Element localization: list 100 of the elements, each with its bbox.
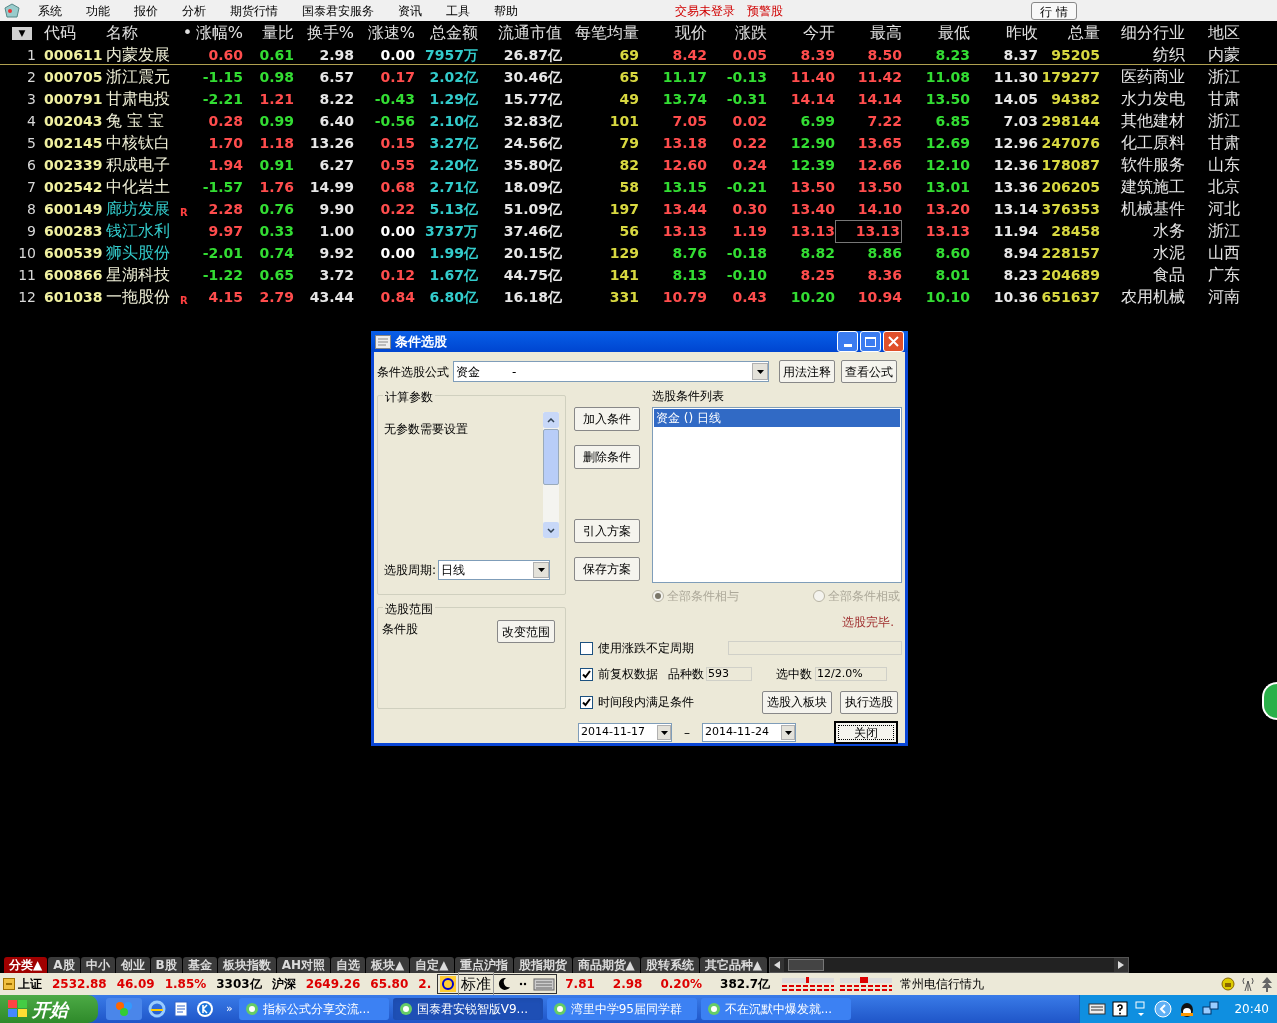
column-header[interactable]: •	[180, 21, 195, 45]
column-header[interactable]: 地区	[1185, 21, 1240, 45]
column-header[interactable]: 今开	[767, 21, 835, 45]
table-row[interactable]: 7 002542 中化岩土 -1.57 1.76 14.99 0.68 2.71亿 18.09亿 58 13.15 -0.21 13.50 13.50 13.01 13.36 206205 建筑施工 北京	[0, 175, 1277, 197]
category-tab[interactable]: 基金	[182, 957, 217, 973]
category-tab[interactable]: 中小	[80, 957, 115, 973]
category-tab[interactable]: 商品期货▲	[572, 957, 640, 973]
maximize-button[interactable]	[860, 331, 881, 352]
checkbox-option[interactable]: 时间段内满足条件	[580, 693, 694, 711]
table-row[interactable]: 12 601038 一拖股份 R 4.15 2.79 43.44 0.84 6.80亿 16.18亿 331 10.79 0.43 10.20 10.94 10.10 10.36 651637 农用机械 河南	[0, 285, 1277, 307]
checkbox[interactable]	[580, 695, 593, 709]
column-header[interactable]: 总金额	[415, 21, 478, 45]
category-tab[interactable]: 板块▲	[366, 957, 410, 973]
menu-item[interactable]: 系统	[26, 0, 74, 22]
alert-link[interactable]: 交易未登录	[675, 1, 735, 20]
category-tab[interactable]: 股指期货	[513, 957, 572, 973]
scroll-thumb[interactable]	[787, 959, 824, 971]
menu-item[interactable]: 报价	[122, 0, 170, 22]
column-header[interactable]: 量比	[243, 21, 294, 45]
column-header[interactable]: 涨速%	[354, 21, 415, 45]
dropdown-button[interactable]	[752, 363, 768, 380]
usage-notes-button[interactable]: 用法注释	[779, 360, 835, 383]
column-header[interactable]: 最高	[835, 21, 902, 45]
column-header[interactable]: 昨收	[970, 21, 1038, 45]
table-row[interactable]: 5 002145 中核钛白 1.70 1.18 13.26 0.15 3.27亿 24.56亿 79 13.18 0.22 12.90 13.65 12.69 12.96 247076 化工原料 甘肃	[0, 131, 1277, 153]
column-header[interactable]: 涨幅%	[195, 21, 243, 45]
taskbar-button[interactable]: 指标公式分享交流...	[238, 998, 389, 1020]
table-row[interactable]: 8 600149 廊坊发展 R 2.28 0.76 9.90 0.22 5.13亿 51.09亿 197 13.44 0.30 13.40 14.10 13.20 13.14 376353 机械基件 河北	[0, 197, 1277, 219]
category-tab[interactable]: AH对照	[276, 957, 331, 973]
close-button[interactable]	[883, 331, 904, 352]
category-tab[interactable]: 自定▲	[410, 957, 454, 973]
category-tab[interactable]: 分类▲	[4, 957, 48, 973]
taskbar-button[interactable]: 国泰君安锐智版V9...	[392, 998, 543, 1020]
category-tab[interactable]: 重点沪指	[454, 957, 513, 973]
column-header[interactable]: 代码	[38, 21, 100, 45]
table-row[interactable]: 9 600283 钱江水利 9.97 0.33 1.00 0.00 3737万 37.46亿 56 13.13 1.19 13.13 13.13 13.13 11.94 28458 水务 浙江	[0, 219, 1277, 241]
alert-link[interactable]: 预警股	[747, 1, 783, 20]
scroll-down-button[interactable]	[543, 522, 559, 538]
vertical-scrollbar[interactable]	[543, 412, 559, 538]
dropdown-button[interactable]	[533, 562, 550, 578]
colorful-app-icon[interactable]	[106, 998, 142, 1020]
condition-listbox[interactable]: 资金 () 日线	[652, 407, 902, 583]
checkbox[interactable]	[580, 641, 593, 655]
column-header[interactable]: 名称	[100, 21, 180, 45]
condition-item[interactable]: 资金 () 日线	[654, 409, 900, 427]
table-row[interactable]: 4 002043 兔 宝 宝 0.28 0.99 6.40 -0.56 2.10亿 32.83亿 101 7.05 0.02 6.99 7.22 6.85 7.03 298144 其他建材 浙江	[0, 109, 1277, 131]
column-header[interactable]: 总量	[1038, 21, 1100, 45]
browser-icon[interactable]	[148, 1000, 166, 1018]
column-header[interactable]: 每笔均量	[562, 21, 639, 45]
scroll-left-button[interactable]	[769, 958, 784, 972]
category-tab[interactable]: 股转系统	[640, 957, 699, 973]
table-row[interactable]: 3 000791 甘肃电投 -2.21 1.21 8.22 -0.43 1.29亿 15.77亿 49 13.74 -0.31 14.14 14.14 13.50 14.05 94382 水力发电 甘肃	[0, 87, 1277, 109]
dropdown-button[interactable]	[657, 725, 671, 740]
category-tab[interactable]: 创业	[115, 957, 150, 973]
quote-button[interactable]: 行 情	[1031, 1, 1077, 20]
menu-item[interactable]: 功能	[74, 0, 122, 22]
change-range-button[interactable]: 改变范围	[497, 620, 555, 643]
menu-item[interactable]: 工具	[434, 0, 482, 22]
help-icon[interactable]	[1112, 1001, 1129, 1017]
scroll-up-button[interactable]	[543, 412, 559, 428]
checkbox-option[interactable]: 使用涨跌不定周期	[580, 639, 694, 657]
category-tab[interactable]: 自选	[331, 957, 366, 973]
action-button[interactable]: 保存方案	[574, 557, 640, 581]
column-header[interactable]: 细分行业	[1100, 21, 1185, 45]
category-tab[interactable]: A股	[48, 957, 80, 973]
table-row[interactable]: 6 002339 积成电子 1.94 0.91 6.27 0.55 2.20亿 35.80亿 82 12.60 0.24 12.39 12.66 12.10 12.36 178087 软件服务 山东	[0, 153, 1277, 175]
add-to-block-button[interactable]: 选股入板块	[762, 690, 832, 714]
expand-tray-icon[interactable]	[1154, 1000, 1173, 1018]
k-circle-icon[interactable]	[196, 1000, 214, 1018]
keyboard-icon[interactable]	[1088, 1002, 1107, 1016]
scroll-right-button[interactable]	[1113, 958, 1128, 972]
table-row[interactable]: 2 000705 浙江震元 -1.15 0.98 6.57 0.17 2.02亿 30.46亿 65 11.17 -0.13 11.40 11.42 11.08 11.30 179277 医药商业 浙江	[0, 65, 1277, 87]
scroll-thumb[interactable]	[543, 429, 559, 485]
column-header[interactable]: 现价	[639, 21, 707, 45]
column-header[interactable]: 涨跌	[707, 21, 767, 45]
dropdown-button[interactable]	[781, 725, 795, 740]
table-row[interactable]: 10 600539 狮头股份 -2.01 0.74 9.92 0.00 1.99亿 20.15亿 129 8.76 -0.18 8.82 8.86 8.60 8.94 228157 水泥 山西	[0, 241, 1277, 263]
date-from-select[interactable]: 2014-11-17	[578, 723, 672, 742]
category-tab[interactable]: 其它品种▲	[699, 957, 767, 973]
minimize-button[interactable]	[837, 331, 858, 352]
action-button[interactable]: 加入条件	[574, 407, 640, 431]
column-header[interactable]: 流通市值	[478, 21, 562, 45]
period-select[interactable]: 日线	[438, 560, 551, 580]
menu-item[interactable]: 国泰君安服务	[290, 0, 386, 22]
table-row[interactable]: 11 600866 星湖科技 -1.22 0.65 3.72 0.12 1.67亿 44.75亿 141 8.13 -0.10 8.25 8.36 8.01 8.23 204689 食品 广东	[0, 263, 1277, 285]
notepad-icon[interactable]	[172, 1000, 190, 1018]
category-tab[interactable]: B股	[150, 957, 182, 973]
column-header[interactable]: 换手%	[294, 21, 354, 45]
start-button[interactable]: 开始	[0, 995, 98, 1023]
network-icon[interactable]	[1202, 1000, 1221, 1018]
ime-logo-icon[interactable]	[439, 975, 458, 993]
run-selection-button[interactable]: 执行选股	[840, 690, 898, 714]
close-dialog-button[interactable]: 关闭	[834, 721, 898, 744]
checkbox[interactable]	[580, 667, 593, 681]
date-to-select[interactable]: 2014-11-24	[702, 723, 796, 742]
more-icon[interactable]: »	[226, 1000, 233, 1018]
action-button[interactable]: 引入方案	[574, 519, 640, 543]
floating-widget-icon[interactable]	[1262, 682, 1277, 720]
horizontal-scrollbar[interactable]	[768, 957, 1129, 973]
taskbar-button[interactable]: 不在沉默中爆发就...	[700, 998, 851, 1020]
